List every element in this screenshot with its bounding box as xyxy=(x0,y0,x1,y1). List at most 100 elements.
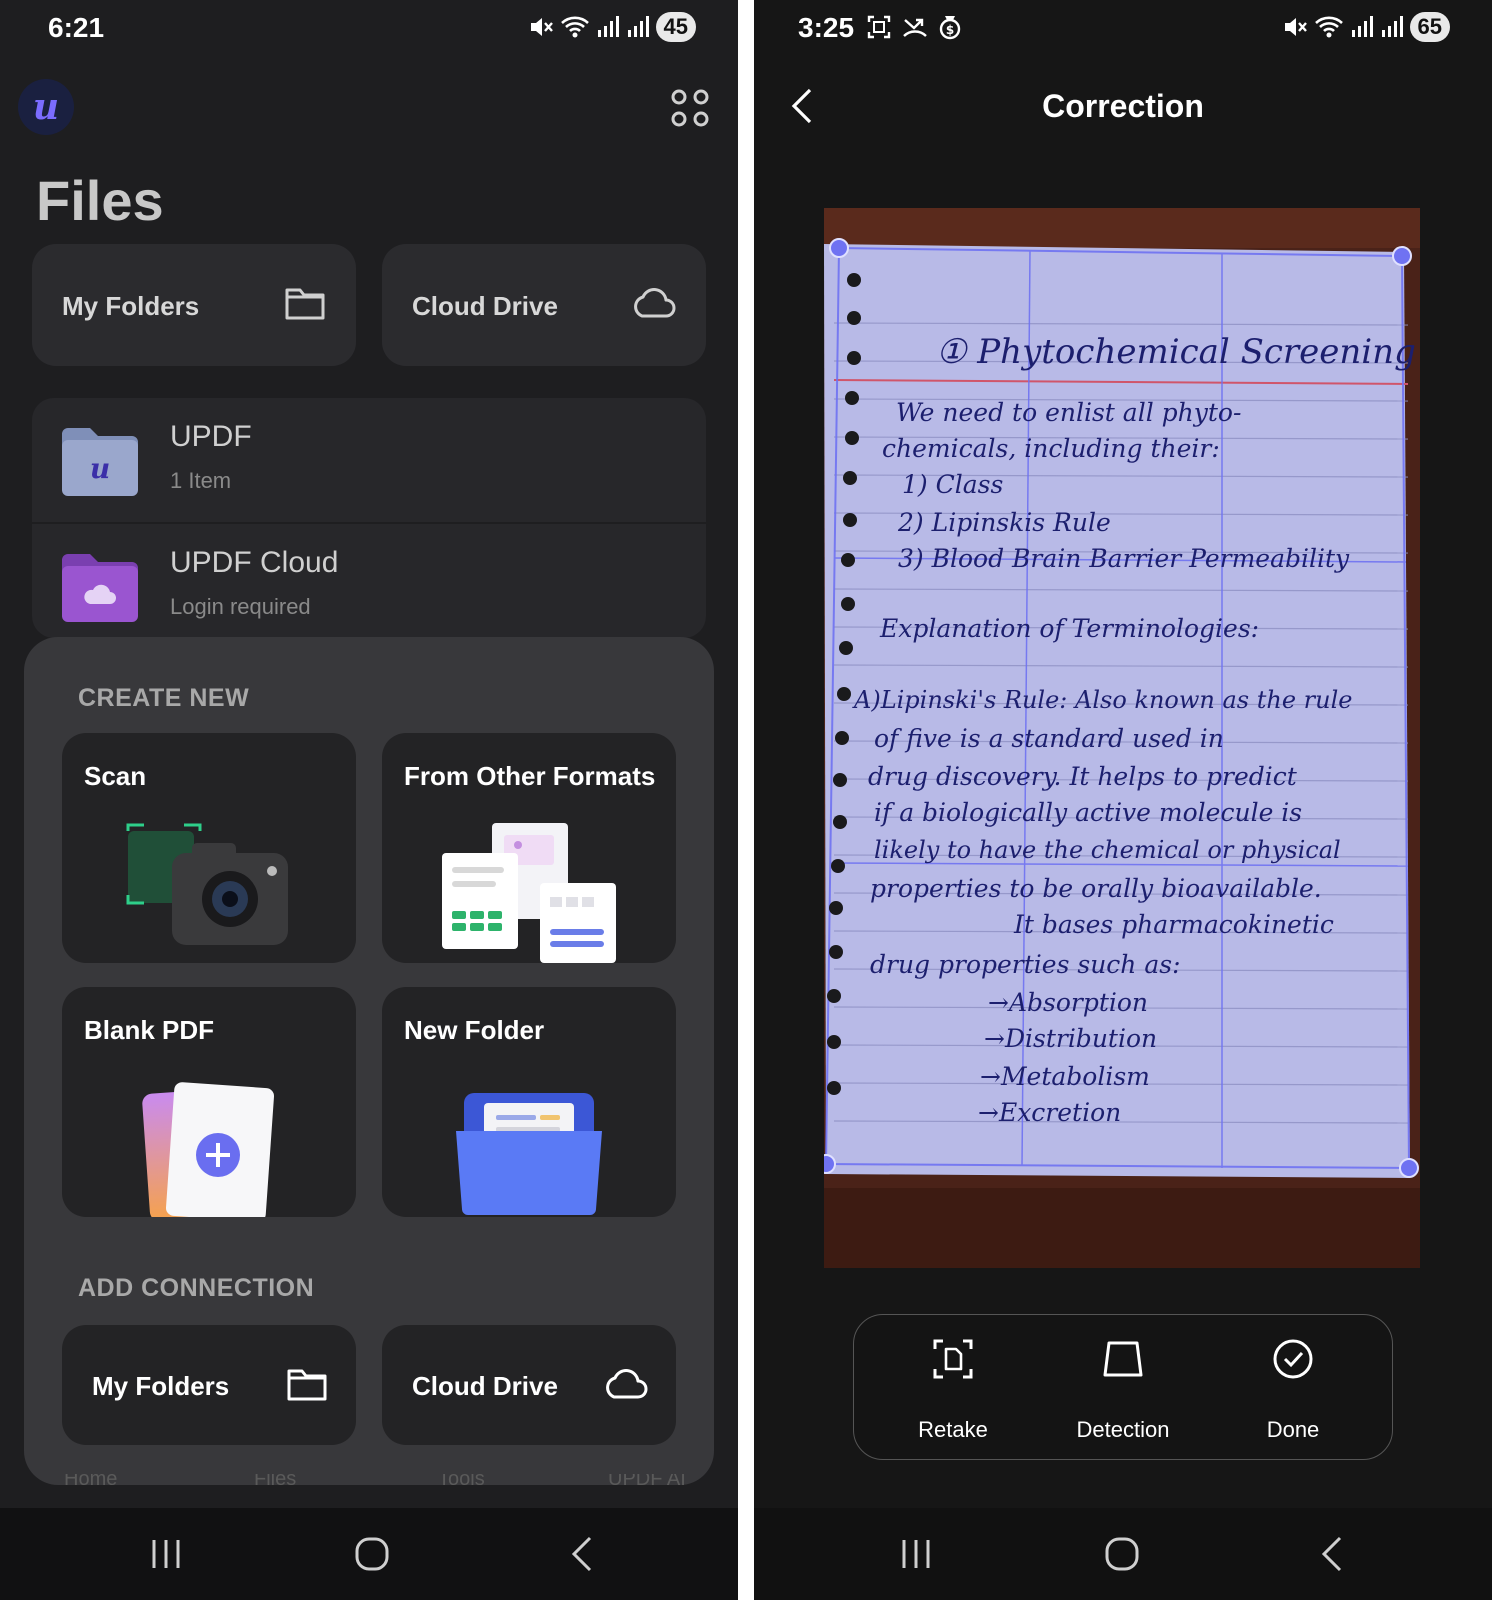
camera-scan-icon xyxy=(126,823,288,945)
status-bar: 6:21 45 xyxy=(0,0,738,58)
blank-pdf-label: Blank PDF xyxy=(84,1015,215,1045)
signal-icon xyxy=(597,16,619,37)
tab-files[interactable]: Files xyxy=(254,1474,296,1491)
money-icon: $ xyxy=(939,16,961,40)
doc-line: ① Phytochemical Screening xyxy=(936,332,1416,372)
add-connection-heading: ADD CONNECTION xyxy=(78,1274,315,1302)
page-title: Files xyxy=(36,169,164,232)
back-icon[interactable] xyxy=(1314,1534,1354,1574)
documents-icon xyxy=(442,823,616,963)
doc-line: We need to enlist all phyto- xyxy=(896,398,1242,427)
detection-icon xyxy=(1103,1341,1143,1377)
cloud-drive-label: Cloud Drive xyxy=(412,1371,558,1401)
battery-badge: 65 xyxy=(1409,12,1450,42)
tab-home[interactable]: Home xyxy=(64,1474,117,1491)
my-folders-label: My Folders xyxy=(92,1371,230,1401)
retake-button[interactable]: Retake xyxy=(868,1315,1038,1461)
doc-line: 2) Lipinskis Rule xyxy=(898,508,1111,537)
doc-line: properties to be orally bioavailable. xyxy=(870,874,1322,903)
doc-line: It bases pharmacokinetic xyxy=(1014,910,1334,939)
new-folder-label: New Folder xyxy=(404,1015,545,1045)
blank-pdf-card[interactable]: Blank PDF xyxy=(62,987,356,1217)
updf-logo[interactable]: u xyxy=(18,79,74,135)
file-subtitle: 1 Item xyxy=(170,468,232,493)
cloud-icon xyxy=(606,1369,648,1399)
doc-line: A)Lipinski's Rule: Also known as the rul… xyxy=(854,686,1353,714)
create-new-heading: CREATE NEW xyxy=(78,684,250,712)
scanned-photo: ① Phytochemical Screening We need to enl… xyxy=(824,208,1420,1268)
done-button[interactable]: Done xyxy=(1208,1315,1378,1461)
detection-label: Detection xyxy=(1076,1417,1170,1442)
crop-handle-bottom-right[interactable] xyxy=(1399,1158,1419,1178)
android-navbar xyxy=(0,1508,738,1600)
updf-files-screen: 6:21 45 u Files My Folders Cloud Drive u… xyxy=(0,0,738,1600)
doc-line: Explanation of Terminologies: xyxy=(880,614,1260,643)
home-icon[interactable] xyxy=(352,1534,392,1574)
page-title: Correction xyxy=(1042,88,1204,124)
doc-line: →Excretion xyxy=(978,1098,1122,1127)
doc-line: if a biologically active molecule is xyxy=(874,798,1303,827)
recents-icon[interactable] xyxy=(896,1534,936,1574)
battery-badge: 45 xyxy=(655,12,696,42)
doc-line: drug discovery. It helps to predict xyxy=(868,762,1297,791)
done-check-icon xyxy=(1273,1339,1313,1379)
doc-line: 3) Blood Brain Barrier Permeability xyxy=(898,544,1350,573)
scan-card[interactable]: Scan xyxy=(62,733,356,963)
retake-label: Retake xyxy=(918,1417,988,1442)
file-subtitle: Login required xyxy=(170,594,311,619)
signal-icon-2 xyxy=(1381,16,1403,37)
doc-line: likely to have the chemical or physical xyxy=(874,836,1341,864)
svg-text:u: u xyxy=(90,452,110,485)
doc-line: chemicals, including their: xyxy=(882,434,1220,463)
crop-handle-top-left[interactable] xyxy=(829,238,849,258)
doc-line: 1) Class xyxy=(902,470,1004,499)
home-icon[interactable] xyxy=(1102,1534,1142,1574)
detection-button[interactable]: Detection xyxy=(1038,1315,1208,1461)
doc-line: drug properties such as: xyxy=(870,950,1181,979)
cloud-drive-tile[interactable]: Cloud Drive xyxy=(382,244,706,366)
connect-my-folders-button[interactable]: My Folders xyxy=(62,1325,356,1445)
cloud-drive-label: Cloud Drive xyxy=(412,291,558,321)
scan-label: Scan xyxy=(84,761,147,791)
file-row-updf[interactable]: u UPDF 1 Item xyxy=(32,398,706,524)
folder-icon xyxy=(287,1369,327,1401)
mute-icon xyxy=(1284,18,1307,36)
file-name: UPDF xyxy=(170,420,252,453)
doc-line: →Metabolism xyxy=(980,1062,1150,1091)
apps-grid-icon[interactable] xyxy=(670,88,710,128)
new-folder-card[interactable]: New Folder xyxy=(382,987,676,1217)
back-icon[interactable] xyxy=(564,1534,604,1574)
status-time: 6:21 xyxy=(48,12,105,43)
status-bar: 3:25 $ 65 xyxy=(754,0,1492,58)
file-name: UPDF Cloud xyxy=(170,546,339,579)
my-folders-tile[interactable]: My Folders xyxy=(32,244,356,366)
cloud-icon xyxy=(634,288,676,318)
blank-pdf-icon xyxy=(142,1082,275,1217)
recents-icon[interactable] xyxy=(146,1534,186,1574)
status-time: 3:25 xyxy=(798,12,855,43)
from-other-formats-label: From Other Formats xyxy=(404,761,656,791)
doc-line: →Distribution xyxy=(984,1024,1158,1053)
create-new-sheet: CREATE NEW Scan From Other Formats Blank… xyxy=(24,637,714,1485)
folder-icon xyxy=(285,288,325,320)
bottom-tabbar: Home Files Tools UPDF AI xyxy=(0,1474,738,1494)
signal-icon xyxy=(1351,16,1373,37)
file-row-updf-cloud[interactable]: UPDF Cloud Login required xyxy=(32,524,706,638)
doc-line: →Absorption xyxy=(988,988,1149,1017)
from-other-formats-card[interactable]: From Other Formats xyxy=(382,733,676,963)
new-folder-icon xyxy=(456,1093,602,1215)
android-navbar xyxy=(754,1508,1492,1600)
missed-call-icon xyxy=(903,18,927,37)
correction-toolbar: Retake Detection Done xyxy=(853,1314,1393,1460)
screenshot-icon xyxy=(867,15,891,39)
signal-icon-2 xyxy=(627,16,649,37)
mute-icon xyxy=(530,18,553,36)
tab-tools[interactable]: Tools xyxy=(438,1474,485,1491)
crop-handle-top-right[interactable] xyxy=(1392,246,1412,266)
file-list: u UPDF 1 Item UPDF Cloud Login required xyxy=(32,398,706,638)
done-label: Done xyxy=(1266,1417,1320,1442)
wifi-icon xyxy=(1314,16,1343,38)
retake-icon xyxy=(933,1339,973,1379)
connect-cloud-drive-button[interactable]: Cloud Drive xyxy=(382,1325,676,1445)
tab-updf-ai[interactable]: UPDF AI xyxy=(608,1474,686,1491)
